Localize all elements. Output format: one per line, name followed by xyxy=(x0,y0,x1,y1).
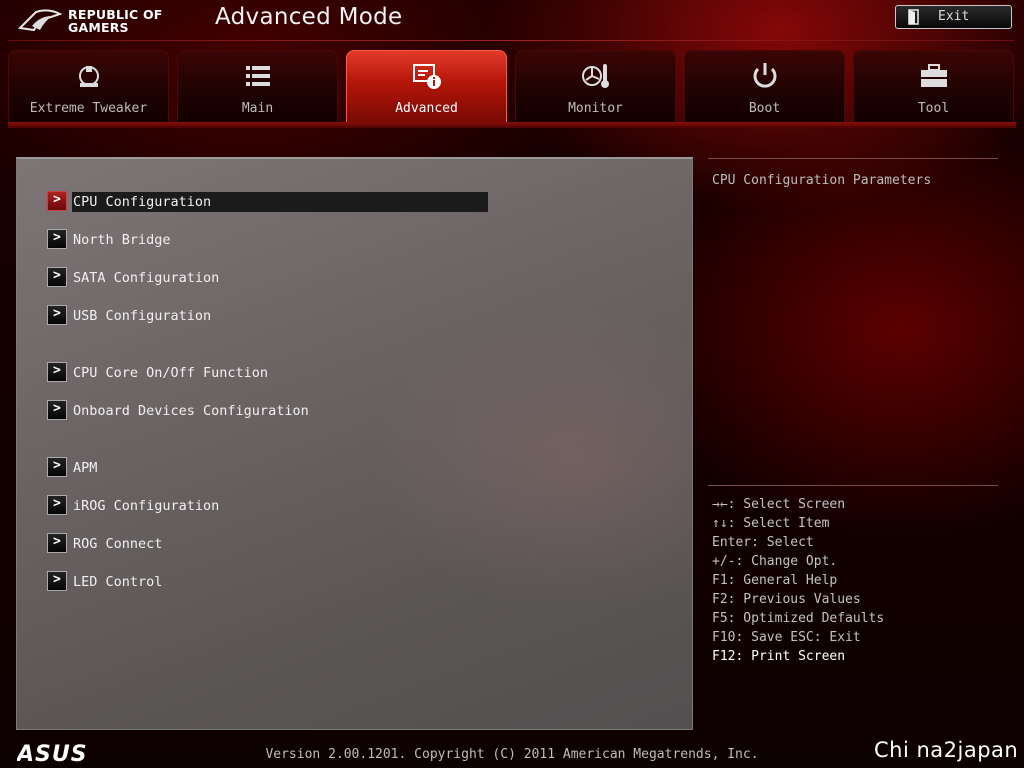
chevron-right-icon: > xyxy=(47,495,67,515)
menu-item-label: APM xyxy=(73,460,98,476)
tab-extreme-tweaker[interactable]: Extreme Tweaker xyxy=(8,50,169,122)
key-legend-row: F5: Optimized Defaults xyxy=(712,611,885,626)
menu-item-label: CPU Configuration xyxy=(72,192,488,212)
tab-label: Monitor xyxy=(568,101,623,116)
chevron-right-icon: > xyxy=(47,533,67,553)
chevron-right-icon: > xyxy=(47,191,67,211)
exit-label: Exit xyxy=(938,9,970,24)
menu-item-label: USB Configuration xyxy=(73,308,212,324)
menu-item-label: CPU Core On/Off Function xyxy=(73,365,269,381)
header: REPUBLIC OF GAMERS Advanced Mode Exit xyxy=(0,0,1024,44)
rog-logo: REPUBLIC OF GAMERS xyxy=(18,4,178,38)
extreme-tweaker-icon xyxy=(79,66,99,87)
tab-label: Main xyxy=(241,101,274,116)
header-divider xyxy=(8,40,1014,41)
item-help-text: CPU Configuration Parameters xyxy=(712,173,932,188)
menu-item-label: North Bridge xyxy=(73,232,171,248)
menu-item-label: Onboard Devices Configuration xyxy=(73,403,309,419)
tab-boot[interactable]: Boot xyxy=(684,50,845,122)
chevron-right-icon: > xyxy=(47,229,67,249)
chevron-right-icon: > xyxy=(47,571,67,591)
tab-label: Boot xyxy=(748,101,781,116)
rog-logo-text: REPUBLIC OF GAMERS xyxy=(68,8,188,34)
page-title: Advanced Mode xyxy=(215,4,403,30)
key-legend-row: →←: Select Screen xyxy=(712,497,846,512)
tab-label: Extreme Tweaker xyxy=(29,101,148,116)
key-legend: →←: Select Screen ↑↓: Select Item Enter:… xyxy=(712,495,884,666)
help-divider-top xyxy=(708,158,998,159)
chevron-right-icon: > xyxy=(47,457,67,477)
tab-label: Advanced xyxy=(395,101,458,116)
advanced-info-icon xyxy=(413,64,441,89)
menu-panel: > CPU Configuration > North Bridge > SAT… xyxy=(16,157,693,730)
power-icon xyxy=(753,63,777,88)
menu-item-label: SATA Configuration xyxy=(73,270,220,286)
tab-monitor[interactable]: Monitor xyxy=(515,50,676,122)
thermometer-fan-icon xyxy=(582,64,609,88)
key-legend-row: Enter: Select xyxy=(712,535,814,550)
tab-underline xyxy=(8,122,1016,128)
tab-label: Tool xyxy=(917,101,950,116)
chevron-right-icon: > xyxy=(47,267,67,287)
tab-main[interactable]: Main xyxy=(177,50,338,122)
menu-item-label: iROG Configuration xyxy=(73,498,220,514)
help-divider-bottom xyxy=(708,485,998,486)
tab-bar: Extreme Tweaker Main Advanced Monitor Bo… xyxy=(8,50,1016,122)
toolbox-icon xyxy=(921,64,947,87)
menu-item-label: ROG Connect xyxy=(73,536,163,552)
chevron-right-icon: > xyxy=(47,305,67,325)
chevron-right-icon: > xyxy=(47,400,67,420)
watermark: Chi na2japan xyxy=(874,738,1019,762)
rog-eye-icon xyxy=(18,9,62,32)
key-legend-row-print-screen: F12: Print Screen xyxy=(712,649,846,664)
list-icon xyxy=(246,66,270,86)
tab-advanced[interactable]: Advanced xyxy=(346,50,507,122)
key-legend-row: F1: General Help xyxy=(712,573,838,588)
key-legend-row: F2: Previous Values xyxy=(712,592,861,607)
exit-button[interactable]: Exit xyxy=(895,5,1012,29)
chevron-right-icon: > xyxy=(47,362,67,382)
key-legend-row: +/-: Change Opt. xyxy=(712,554,838,569)
version-text: Version 2.00.1201. Copyright (C) 2011 Am… xyxy=(265,747,759,762)
logo-line-2: GAMERS xyxy=(68,20,129,35)
menu-item-label: LED Control xyxy=(73,574,163,590)
tab-tool[interactable]: Tool xyxy=(853,50,1014,122)
exit-door-icon xyxy=(908,9,919,25)
key-legend-row: ↑↓: Select Item xyxy=(712,516,830,531)
key-legend-row: F10: Save ESC: Exit xyxy=(712,630,861,645)
